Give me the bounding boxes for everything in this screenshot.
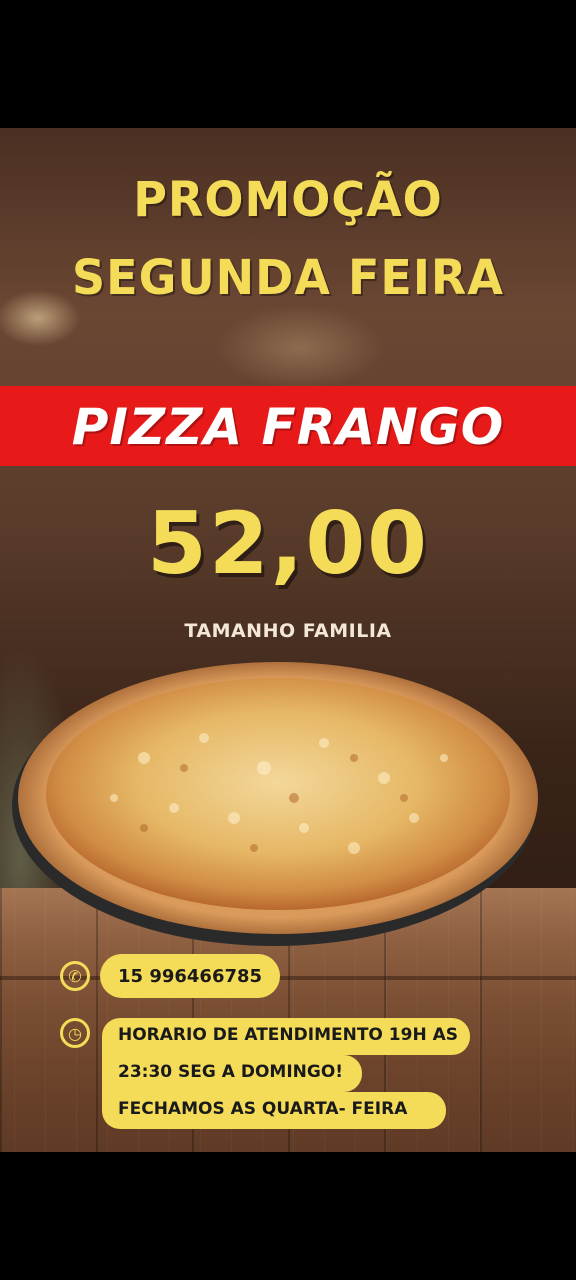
clock-icon: ◷ <box>60 1018 90 1048</box>
product-banner: PIZZA FRANGO <box>0 386 576 466</box>
hours-line-3: FECHAMOS AS QUARTA- FEIRA <box>102 1092 446 1129</box>
phone-icon: ✆ <box>60 961 90 991</box>
pizza-illustration <box>12 662 538 946</box>
opening-hours: HORARIO DE ATENDIMENTO 19H AS 23:30 SEG … <box>102 1018 472 1129</box>
headline-promo: PROMOÇÃO <box>133 170 443 228</box>
promo-flyer: PROMOÇÃO SEGUNDA FEIRA PIZZA FRANGO 52,0… <box>0 128 576 1152</box>
product-name: PIZZA FRANGO <box>71 398 505 456</box>
hours-line-1: HORARIO DE ATENDIMENTO 19H AS <box>102 1018 470 1055</box>
pizza-image <box>4 648 544 948</box>
hours-line-2: 23:30 SEG A DOMINGO! <box>102 1055 362 1092</box>
price: 52,00 <box>146 494 430 594</box>
headline-day: SEGUNDA FEIRA <box>72 248 504 306</box>
phone-row: ✆ 15 996466785 <box>60 954 281 998</box>
phone-number[interactable]: 15 996466785 <box>100 954 281 998</box>
screen: PROMOÇÃO SEGUNDA FEIRA PIZZA FRANGO 52,0… <box>0 0 576 1280</box>
size-label: TAMANHO FAMILIA <box>184 620 392 642</box>
hours-row: ◷ HORARIO DE ATENDIMENTO 19H AS 23:30 SE… <box>60 1018 472 1129</box>
